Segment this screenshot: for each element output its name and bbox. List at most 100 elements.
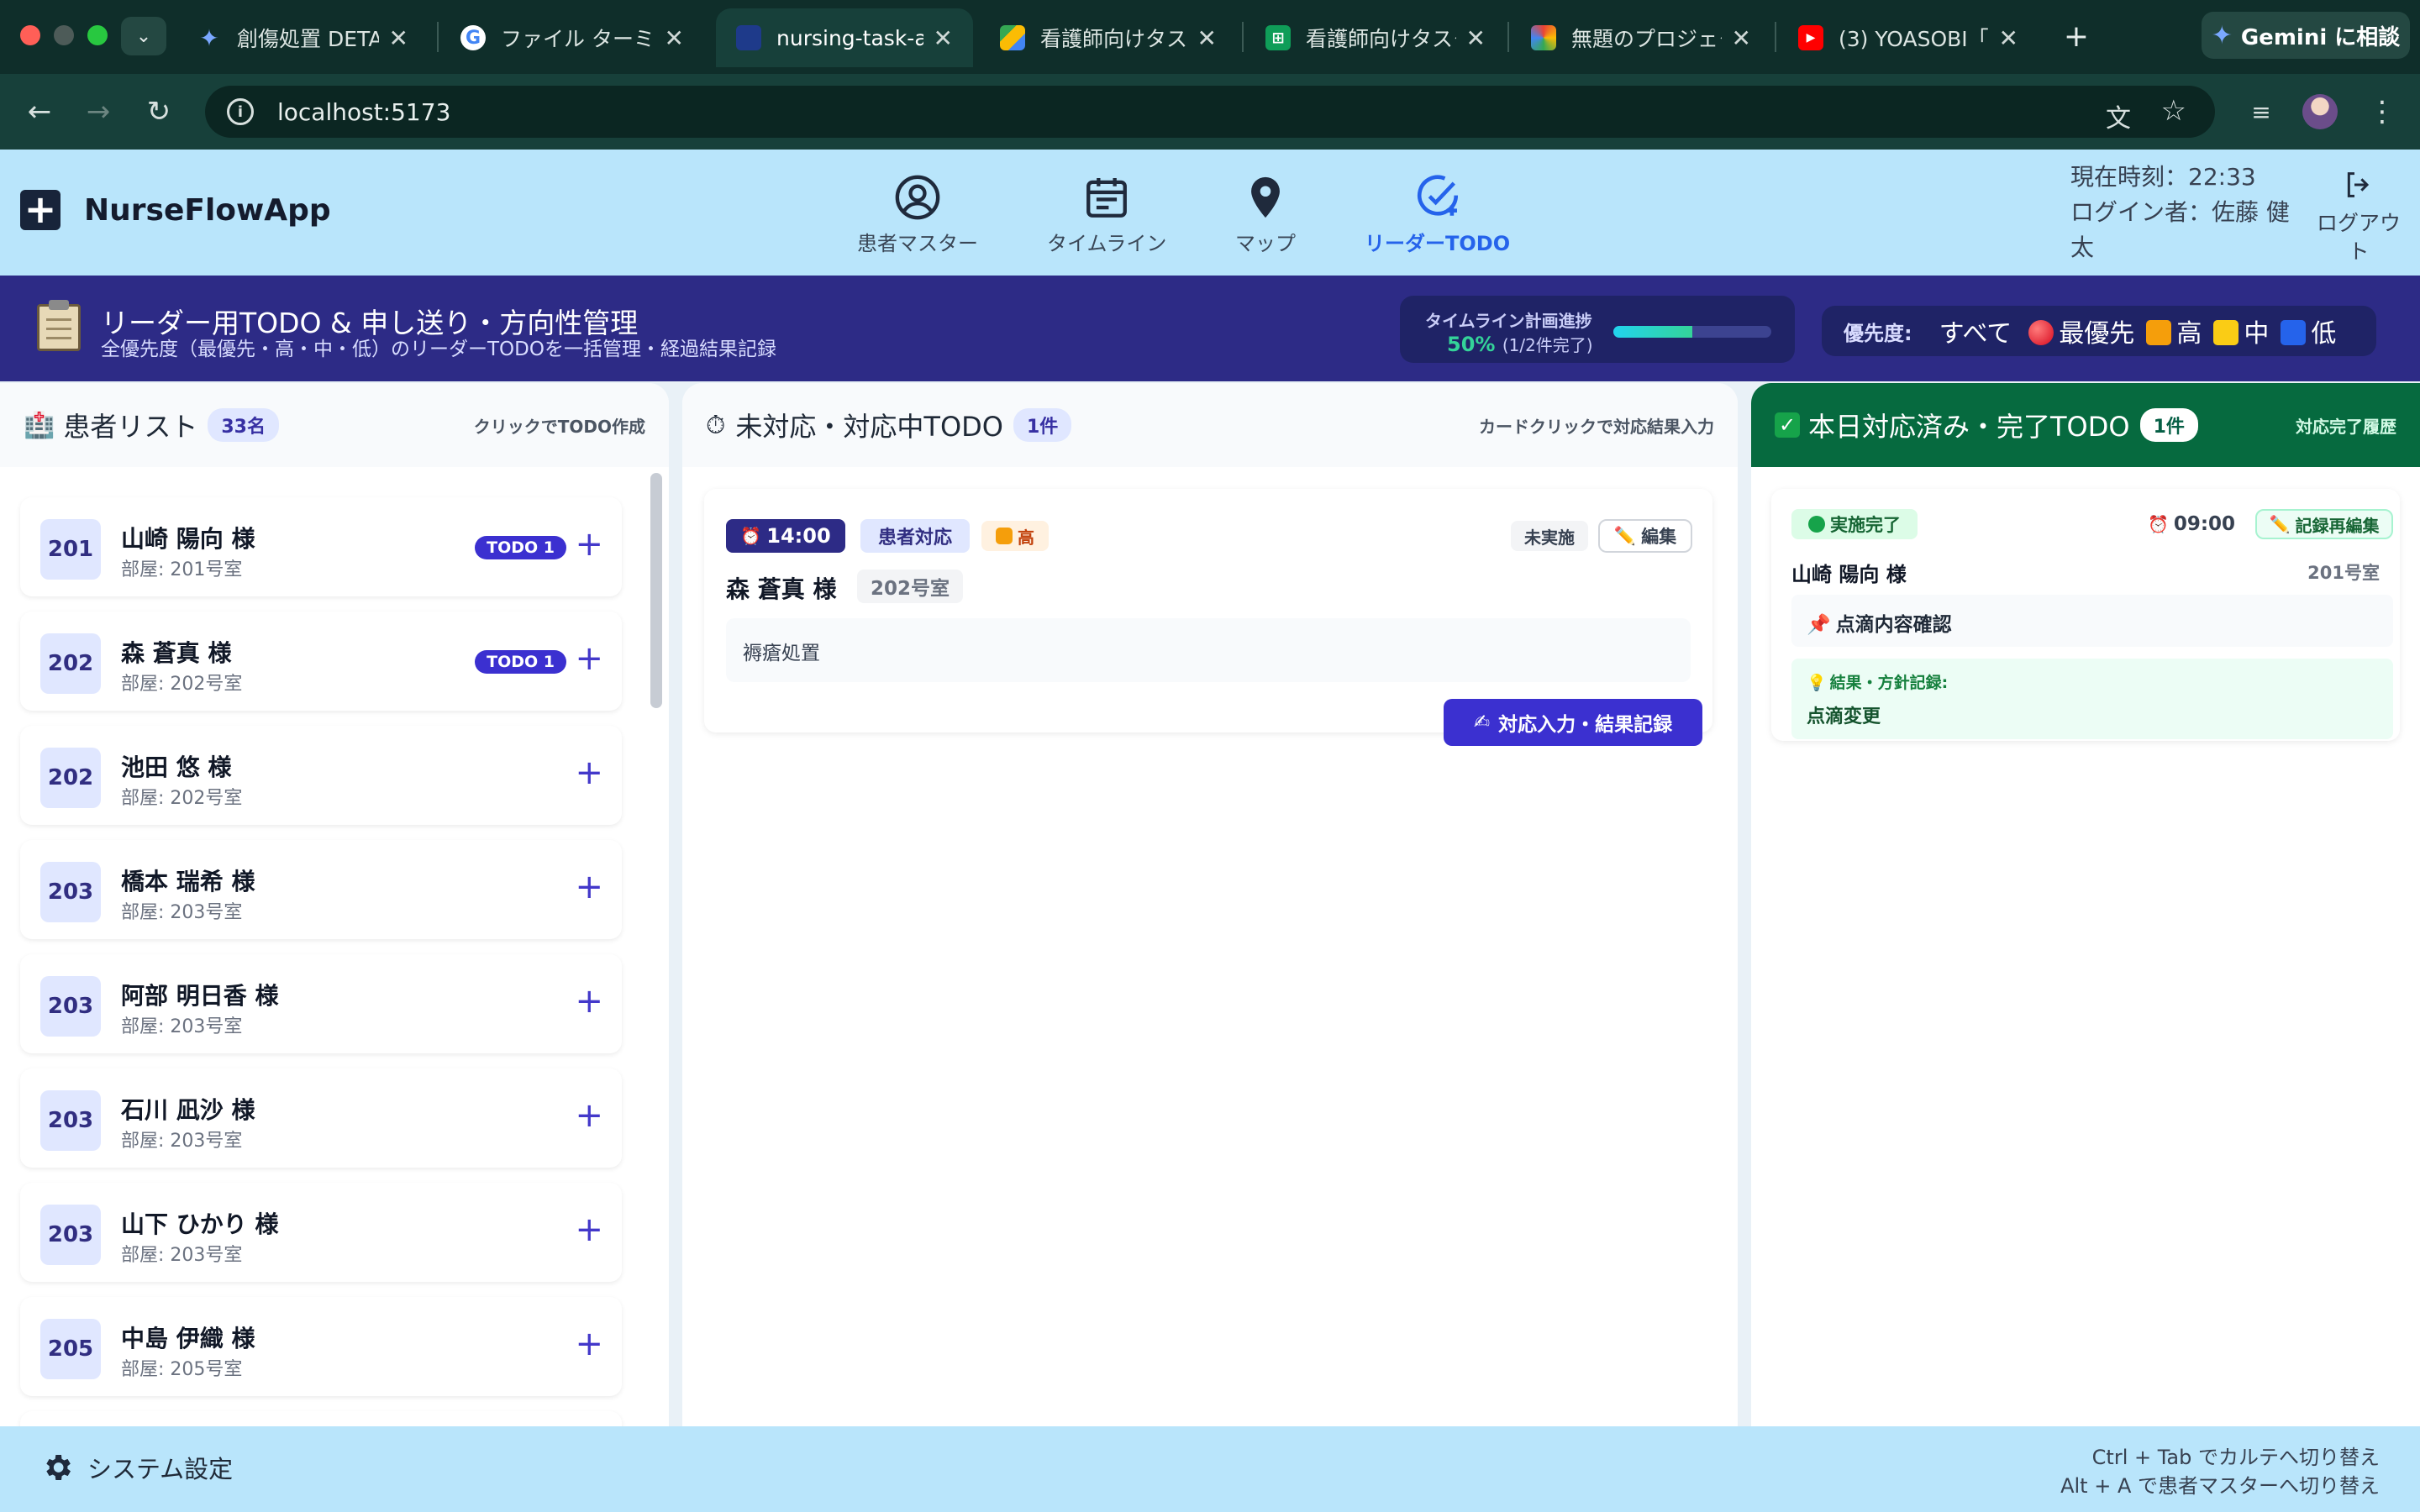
- priority-filter-low[interactable]: 低: [2281, 312, 2336, 349]
- hospital-icon: 🏥: [24, 410, 55, 440]
- patient-row[interactable]: 203 石川 凪沙 様部屋: 203号室 +: [20, 1068, 622, 1168]
- alarm-clock-icon: ⏰: [740, 526, 762, 546]
- add-todo-plus-icon[interactable]: +: [575, 870, 603, 904]
- nav-timeline[interactable]: タイムライン: [1047, 173, 1166, 256]
- minimize-window-dot[interactable]: [54, 25, 74, 45]
- close-window-dot[interactable]: [20, 25, 40, 45]
- patient-row[interactable]: 202 池田 悠 様部屋: 202号室 +: [20, 726, 622, 825]
- patient-room-label: 部屋: 203号室: [121, 902, 243, 923]
- more-vertical-icon: ⋮: [2368, 95, 2396, 129]
- todo-time-chip: ⏰ 14:00: [726, 519, 845, 553]
- browser-tab-3-active[interactable]: nursing-task-ap ✕: [716, 8, 973, 67]
- app-logo[interactable]: + NurseFlowApp: [20, 190, 331, 230]
- close-tab-icon[interactable]: ✕: [1197, 24, 1217, 52]
- done-result-box: 💡 結果・方針記録: 点滴変更: [1791, 659, 2393, 739]
- browser-tab-5[interactable]: ⊞ 看護師向けタスク ✕: [1245, 8, 1506, 67]
- media-control-button[interactable]: ≡: [2240, 91, 2282, 133]
- browser-tab-6[interactable]: 無題のプロジェク ✕: [1511, 8, 1771, 67]
- close-tab-icon[interactable]: ✕: [934, 24, 953, 52]
- close-tab-icon[interactable]: ✕: [1732, 24, 1751, 52]
- close-tab-icon[interactable]: ✕: [665, 24, 684, 52]
- address-bar[interactable]: i localhost:5173 文 ☆: [205, 86, 2215, 138]
- system-settings-button[interactable]: システム設定: [40, 1450, 233, 1485]
- nav-map[interactable]: マップ: [1235, 173, 1296, 256]
- app-header: + NurseFlowApp 患者マスター タイムライン マップ リーダーTOD…: [0, 150, 2420, 276]
- reload-button[interactable]: ↻: [138, 91, 180, 133]
- pending-todo-panel: ⏱ 未対応・対応中TODO 1件 カードクリックで対応結果入力 ⏰ 14:00 患…: [682, 383, 1738, 1426]
- browser-tab-2[interactable]: G ファイル ターミナ ✕: [440, 8, 704, 67]
- patient-row[interactable]: 203 阿部 明日香 様部屋: 203号室 +: [20, 954, 622, 1053]
- patient-room-label: 部屋: 201号室: [121, 559, 243, 580]
- maximize-window-dot[interactable]: [87, 25, 108, 45]
- browser-toolbar: ← → ↻ i localhost:5173 文 ☆ ≡ ⋮: [0, 74, 2420, 150]
- add-todo-plus-icon[interactable]: +: [575, 642, 603, 675]
- progress-bar: [1613, 326, 1771, 338]
- translate-icon[interactable]: 文: [2106, 97, 2131, 134]
- user-circle-icon: [895, 175, 940, 220]
- browser-tab-7[interactable]: ▶ (3) YOASOBI「 ✕: [1778, 8, 2039, 67]
- browser-tab-4[interactable]: 看護師向けタスク ✕: [980, 8, 1237, 67]
- patient-list-panel: 🏥 患者リスト 33名 クリックでTODO作成 201 山崎 陽向 様部屋: 20…: [0, 383, 669, 1426]
- orange-square-icon: [996, 528, 1013, 544]
- room-number: 201: [40, 519, 101, 580]
- new-tab-button[interactable]: +: [2055, 17, 2097, 55]
- nav-leader-todo[interactable]: リーダーTODO: [1365, 173, 1510, 256]
- profile-avatar[interactable]: [2302, 94, 2338, 129]
- patient-room-label: 部屋: 205号室: [121, 1359, 243, 1380]
- patient-row-partial[interactable]: [20, 1411, 622, 1426]
- youtube-icon: ▶: [1798, 25, 1823, 50]
- gemini-button[interactable]: ✦ Gemini に相談: [2202, 12, 2410, 59]
- logout-button[interactable]: ログアウト: [2312, 168, 2405, 266]
- edit-todo-button[interactable]: ✏️ 編集: [1598, 519, 1692, 553]
- app-footer: システム設定 Ctrl + Tab でカルテへ切り替え Alt + A で患者マ…: [0, 1426, 2420, 1512]
- done-room: 201号室: [2307, 563, 2380, 583]
- re-edit-record-button[interactable]: ✏️ 記録再編集: [2255, 509, 2393, 539]
- add-todo-plus-icon[interactable]: +: [575, 1213, 603, 1247]
- done-time-chip: ⏰ 09:00: [2147, 513, 2236, 535]
- priority-filter-high[interactable]: 高: [2146, 312, 2202, 349]
- pencil-icon: ✏️: [1613, 525, 1637, 546]
- patient-row[interactable]: 203 山下 ひかり 様部屋: 203号室 +: [20, 1183, 622, 1282]
- pushpin-icon: 📌: [1807, 614, 1831, 636]
- todo-category-chip: 患者対応: [860, 519, 970, 553]
- sheets-icon: ⊞: [1265, 25, 1291, 50]
- priority-filter-highest[interactable]: 最優先: [2028, 312, 2134, 349]
- patient-name: 阿部 明日香 様: [121, 982, 279, 1010]
- priority-filter-all[interactable]: すべて: [1939, 312, 2012, 349]
- pending-todo-card[interactable]: ⏰ 14:00 患者対応 高 未実施 ✏️ 編集 森 蒼真 様 202号室 褥瘡処置…: [704, 489, 1712, 746]
- add-todo-plus-icon[interactable]: +: [575, 1327, 603, 1361]
- forward-button[interactable]: →: [77, 91, 119, 133]
- record-result-button[interactable]: ✍ 対応入力・結果記録: [1444, 699, 1702, 746]
- nav-patient-master[interactable]: 患者マスター: [857, 173, 978, 256]
- close-tab-icon[interactable]: ✕: [389, 24, 408, 52]
- todo-count-badge: TODO 1: [475, 650, 566, 674]
- done-todo-header: ✓ 本日対応済み・完了TODO 1件 対応完了履歴: [1751, 383, 2420, 467]
- back-button[interactable]: ←: [18, 91, 60, 133]
- priority-filter-medium[interactable]: 中: [2213, 312, 2269, 349]
- patient-name: 山崎 陽向 様: [121, 525, 255, 553]
- browser-tab-1[interactable]: ✦ 創傷処置 DETAIL ✕: [176, 8, 429, 67]
- info-icon[interactable]: i: [227, 98, 254, 125]
- patient-row[interactable]: 202 森 蒼真 様部屋: 202号室 TODO 1 +: [20, 612, 622, 711]
- patient-row[interactable]: 203 橋本 瑞希 様部屋: 203号室 +: [20, 840, 622, 939]
- tab-search-button[interactable]: ⌄: [121, 17, 166, 55]
- plus-icon: +: [2063, 18, 2090, 54]
- patient-row[interactable]: 201 山崎 陽向 様部屋: 201号室 TODO 1 +: [20, 497, 622, 596]
- room-number: 203: [40, 862, 101, 922]
- patient-row[interactable]: 205 中島 伊織 様部屋: 205号室 +: [20, 1297, 622, 1396]
- close-tab-icon[interactable]: ✕: [1466, 24, 1486, 52]
- clipboard-icon: [37, 300, 81, 351]
- add-todo-plus-icon[interactable]: +: [575, 528, 603, 561]
- add-todo-plus-icon[interactable]: +: [575, 1099, 603, 1132]
- add-todo-plus-icon[interactable]: +: [575, 984, 603, 1018]
- reload-icon: ↻: [146, 95, 171, 129]
- browser-menu-button[interactable]: ⋮: [2361, 91, 2403, 133]
- room-number: 202: [40, 748, 101, 808]
- add-todo-plus-icon[interactable]: +: [575, 756, 603, 790]
- patient-list-scrollbar[interactable]: [650, 473, 662, 708]
- drive-icon: [1000, 25, 1025, 50]
- done-todo-card[interactable]: 実施完了 ⏰ 09:00 ✏️ 記録再編集 山崎 陽向 様 201号室 📌 点滴内容確…: [1771, 489, 2400, 741]
- close-tab-icon[interactable]: ✕: [1999, 24, 2018, 52]
- star-icon[interactable]: ☆: [2161, 94, 2186, 128]
- orange-square-icon: [2146, 320, 2172, 345]
